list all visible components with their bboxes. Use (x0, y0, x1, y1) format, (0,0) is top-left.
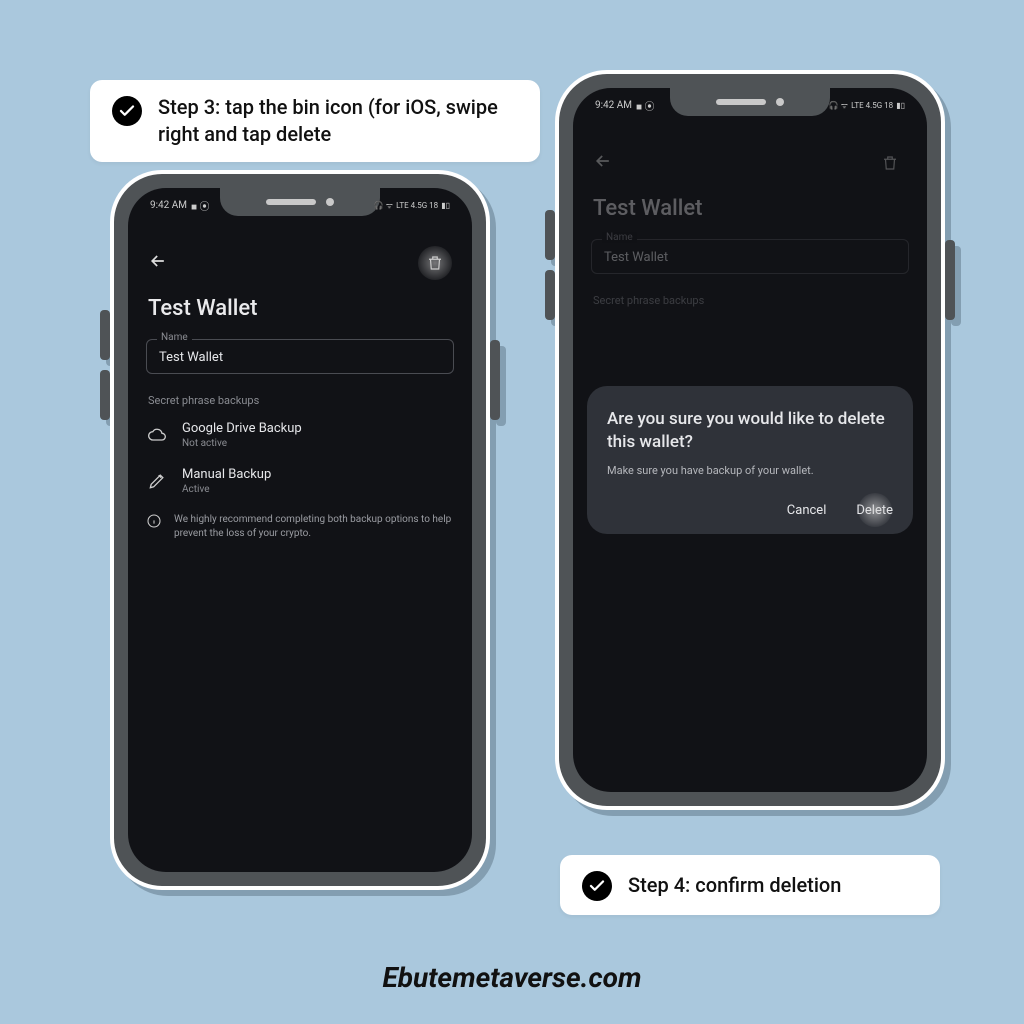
step4-callout: Step 4: confirm deletion (560, 855, 940, 915)
backup-info: We highly recommend completing both back… (146, 513, 454, 541)
manual-backup-title: Manual Backup (182, 467, 271, 482)
backup-info-text: We highly recommend completing both back… (174, 513, 454, 541)
step3-callout: Step 3: tap the bin icon (for iOS, swipe… (90, 80, 540, 162)
info-icon (146, 513, 162, 533)
google-drive-title: Google Drive Backup (182, 421, 302, 436)
phone-side-button (100, 370, 110, 420)
phone-side-button (545, 270, 555, 320)
confirm-delete-overlay: Are you sure you would like to delete th… (573, 128, 927, 792)
manual-backup-row[interactable]: Manual Backup Active (146, 467, 454, 495)
status-indicators: LTE 4.5G 18 (396, 201, 438, 210)
status-indicators: LTE 4.5G 18 (851, 101, 893, 110)
check-icon (112, 96, 142, 126)
confirm-delete-button[interactable]: Delete (856, 503, 893, 518)
back-button[interactable] (148, 251, 168, 275)
pencil-icon (146, 471, 168, 491)
phone-side-button (545, 210, 555, 260)
wallet-name-field[interactable]: Name Test Wallet (146, 339, 454, 374)
phone-side-button (490, 340, 500, 420)
backups-section-label: Secret phrase backups (148, 394, 454, 407)
phone-mockup-step3: 9:42 AM■ ⦿ 🎧 ᯤLTE 4.5G 18▮▯ Test Wallet … (110, 170, 490, 890)
manual-backup-status: Active (182, 484, 271, 495)
phone-mockup-step4: 9:42 AM■ ⦿ 🎧 ᯤLTE 4.5G 18▮▯ Test Wallet … (555, 70, 945, 810)
page-title: Test Wallet (148, 296, 454, 321)
step4-text: Step 4: confirm deletion (628, 872, 841, 899)
status-bar: 9:42 AM■ ⦿ 🎧 ᯤLTE 4.5G 18▮▯ (573, 98, 927, 113)
google-drive-status: Not active (182, 438, 302, 449)
phone-side-button (945, 240, 955, 320)
confirm-delete-dialog: Are you sure you would like to delete th… (587, 386, 913, 534)
cloud-icon (146, 425, 168, 445)
footer-attribution: Ebutemetaverse.com (0, 961, 1024, 994)
status-bar: 9:42 AM■ ⦿ 🎧 ᯤLTE 4.5G 18▮▯ (128, 198, 472, 213)
status-time: 9:42 AM (595, 100, 632, 111)
check-icon (582, 871, 612, 901)
dialog-title: Are you sure you would like to delete th… (607, 408, 893, 454)
delete-wallet-button[interactable] (418, 246, 452, 280)
phone-side-button (100, 310, 110, 360)
step3-text: Step 3: tap the bin icon (for iOS, swipe… (158, 94, 518, 148)
status-time: 9:42 AM (150, 200, 187, 211)
cancel-button[interactable]: Cancel (787, 503, 827, 518)
name-value: Test Wallet (159, 350, 441, 365)
google-drive-backup-row[interactable]: Google Drive Backup Not active (146, 421, 454, 449)
dialog-message: Make sure you have backup of your wallet… (607, 464, 893, 477)
name-label: Name (157, 332, 192, 343)
